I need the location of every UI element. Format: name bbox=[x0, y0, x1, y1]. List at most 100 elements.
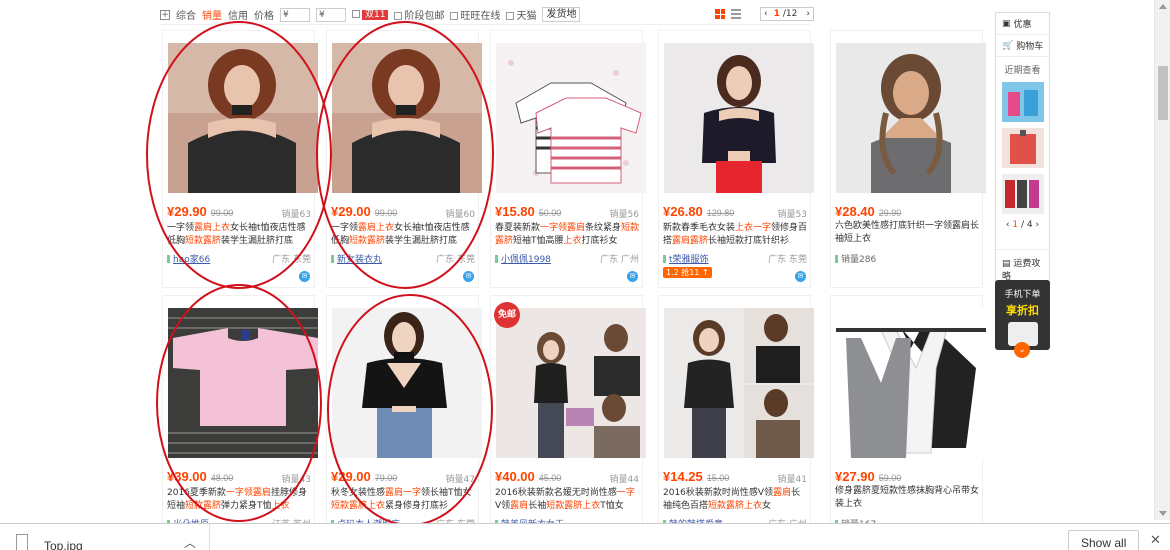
download-item[interactable]: Top.jpg ︿ bbox=[0, 524, 210, 550]
wangwang-chat-icon[interactable]: ✉ bbox=[299, 271, 310, 282]
download-arrow-icon: ⌄ bbox=[1014, 342, 1030, 358]
product-card[interactable]: ¥15.80 50.00 销量56 春夏装新款一字领露肩条纹紧身短款露脐短袖T恤高… bbox=[490, 30, 646, 288]
product-image[interactable] bbox=[836, 43, 986, 193]
file-icon bbox=[16, 534, 28, 550]
close-icon[interactable]: ✕ bbox=[1150, 533, 1161, 548]
filter-stage-freeship[interactable]: 阶段包邮 bbox=[394, 7, 444, 22]
shop-link[interactable]: t荣雅服饰 bbox=[663, 252, 709, 265]
product-image[interactable] bbox=[168, 43, 318, 193]
product-price: ¥29.90 99.00 bbox=[167, 204, 234, 219]
shop-link[interactable]: 小佩佩1998 bbox=[495, 252, 551, 265]
sort-default[interactable]: 综合 bbox=[176, 7, 196, 22]
product-image[interactable] bbox=[664, 308, 814, 458]
list-view-icon[interactable] bbox=[731, 9, 741, 19]
next-page-icon[interactable]: › bbox=[803, 9, 813, 19]
sold-count: 销量56 bbox=[609, 210, 639, 220]
wangwang-chat-icon[interactable]: ✉ bbox=[463, 271, 474, 282]
product-title[interactable]: 一字领露肩上衣女长袖t恤夜店性感低胸短款露脐装学生漏肚脐打底 bbox=[331, 222, 477, 248]
product-title[interactable]: 修身露脐夏短款性感抹胸背心吊带女装上衣 bbox=[835, 485, 981, 511]
product-price: ¥29.00 79.00 bbox=[331, 469, 398, 484]
page-scrollbar[interactable] bbox=[1154, 0, 1170, 520]
wangwang-chat-icon[interactable]: ✉ bbox=[627, 271, 638, 282]
product-card[interactable]: ¥14.25 15.00 销量41 2016秋装新款时尚性感V领露肩长袖纯色百搭短… bbox=[658, 295, 814, 550]
shop-link[interactable]: 新女装衣丸 bbox=[331, 252, 382, 265]
product-price: ¥27.90 59.00 bbox=[835, 469, 902, 484]
double11-promo-badge: 1.2 抢11 ↑ bbox=[663, 267, 712, 278]
product-image[interactable] bbox=[664, 43, 814, 193]
product-card[interactable]: ¥29.00 79.00 销量47 秋冬女装性感露肩一字领长袖T恤女短款露脐上衣紧… bbox=[326, 295, 482, 550]
expand-icon[interactable]: + bbox=[160, 9, 170, 20]
scroll-down-arrow-icon[interactable] bbox=[1159, 511, 1167, 516]
sold-count: 销量286 bbox=[835, 252, 876, 265]
recent-item-thumbnail[interactable] bbox=[1002, 82, 1044, 122]
show-all-button[interactable]: Show all bbox=[1068, 530, 1140, 550]
recent-next-icon[interactable]: › bbox=[1033, 220, 1039, 230]
sort-credit[interactable]: 信用 bbox=[228, 7, 248, 22]
double11-filter[interactable]: 双11 bbox=[352, 9, 389, 21]
product-image[interactable] bbox=[332, 308, 482, 458]
download-file-name[interactable]: Top.jpg bbox=[44, 539, 83, 550]
product-image[interactable] bbox=[496, 43, 646, 193]
product-title[interactable]: 六色欧美性感打底针织一字领露肩长袖短上衣 bbox=[835, 220, 981, 246]
pager-current: 1 bbox=[773, 9, 780, 19]
product-card[interactable]: ¥29.00 99.00 销量60 一字领露肩上衣女长袖t恤夜店性感低胸短款露脐装… bbox=[326, 30, 482, 288]
product-title[interactable]: 春夏装新款一字领露肩条纹紧身短款露脐短袖T恤高腰上衣打底衫女 bbox=[495, 222, 641, 248]
ship-from-dropdown[interactable]: 发货地 bbox=[542, 7, 581, 22]
sold-count: 销量43 bbox=[281, 475, 311, 485]
mobile-order-promo[interactable]: 手机下单 享折扣 ⌄ bbox=[995, 280, 1050, 358]
product-card[interactable]: ¥26.80 129.80 销量53 新款春季毛衣女装上衣一字领修身百搭露肩露脐长… bbox=[658, 30, 814, 288]
shop-link[interactable]: hao家66 bbox=[167, 252, 210, 265]
product-card[interactable]: ¥27.9059.00 修身露脐夏短款性感抹胸背心吊带女装上衣 销量167 bbox=[830, 295, 986, 550]
location: 广东 东莞 bbox=[436, 255, 475, 265]
recent-item-thumbnail[interactable] bbox=[1002, 174, 1044, 214]
sold-count: 销量53 bbox=[777, 210, 807, 220]
product-image[interactable] bbox=[332, 43, 482, 193]
product-price: ¥39.00 48.00 bbox=[167, 469, 234, 484]
product-title[interactable]: 一字领露肩上衣女长袖t恤夜店性感低胸短款露脐装学生漏肚脐打底 bbox=[167, 222, 313, 248]
product-card[interactable]: ¥39.00 48.00 销量43 2016夏季新款一字领露肩挂脖修身短袖短款露脐… bbox=[162, 295, 318, 550]
price-min-input[interactable]: ¥ bbox=[280, 7, 310, 22]
product-price: ¥40.00 45.00 bbox=[495, 469, 562, 484]
download-bar: Top.jpg ︿ Show all ✕ bbox=[0, 523, 1170, 550]
product-price: ¥28.40 29.90 bbox=[835, 204, 902, 219]
product-title[interactable]: 秋冬女装性感露肩一字领长袖T恤女短款露脐上衣紧身修身打底衫 bbox=[331, 487, 477, 513]
chevron-up-icon[interactable]: ︿ bbox=[184, 534, 196, 550]
grid-view-icon[interactable] bbox=[715, 9, 725, 19]
prev-page-icon[interactable]: ‹ bbox=[761, 9, 771, 19]
filter-bar: + 综合 销量 信用 价格 ¥ ¥ 双11 阶段包邮 旺旺在线 天猫 发货地 bbox=[160, 5, 810, 25]
recent-pager: ‹ 1 / 4 › bbox=[1005, 220, 1040, 230]
product-card[interactable]: 免邮 ¥40.00 45.00 销量44 2016秋装新款名媛无时尚性感一字V领露… bbox=[490, 295, 646, 550]
coupon-button[interactable]: ▣ 优惠 bbox=[996, 13, 1049, 35]
recent-viewed-title: 近期查看 bbox=[1004, 66, 1041, 76]
coupon-icon: ▣ bbox=[1002, 18, 1011, 29]
cart-button[interactable]: 🛒 购物车 bbox=[996, 35, 1049, 57]
shipping-icon: ▤ bbox=[1002, 259, 1014, 269]
filter-wangwang-online[interactable]: 旺旺在线 bbox=[450, 7, 500, 22]
location: 广东 广州 bbox=[600, 255, 639, 265]
product-card[interactable]: ¥28.40 29.90 六色欧美性感打底针织一字领露肩长袖短上衣 销量286 bbox=[830, 30, 986, 288]
cart-icon: 🛒 bbox=[1002, 40, 1014, 51]
sold-count: 销量63 bbox=[281, 210, 311, 220]
price-max-input[interactable]: ¥ bbox=[316, 7, 346, 22]
product-title[interactable]: 新款春季毛衣女装上衣一字领修身百搭露肩露脐长袖短款打底针织衫 bbox=[663, 222, 809, 248]
shipping-guide-link[interactable]: ▤ 运费攻略 bbox=[996, 249, 1049, 282]
product-title[interactable]: 2016秋装新款名媛无时尚性感一字V领露肩长袖短款露脐上衣T恤女 bbox=[495, 487, 641, 513]
product-title[interactable]: 2016夏季新款一字领露肩挂脖修身短袖短款露脐弹力紧身T恤上衣 bbox=[167, 487, 313, 513]
product-title[interactable]: 2016秋装新款时尚性感V领露肩长袖纯色百搭短款露脐上衣女 bbox=[663, 487, 809, 513]
product-image[interactable] bbox=[496, 308, 646, 458]
product-image[interactable] bbox=[836, 308, 986, 458]
sold-count: 销量60 bbox=[445, 210, 475, 220]
product-price: ¥26.80 129.80 bbox=[663, 204, 735, 219]
product-card[interactable]: ¥29.90 99.00 销量63 一字领露肩上衣女长袖t恤夜店性感低胸短款露脐装… bbox=[162, 30, 318, 288]
product-image[interactable] bbox=[168, 308, 318, 458]
sort-price[interactable]: 价格 bbox=[254, 7, 274, 22]
recent-item-thumbnail[interactable] bbox=[1002, 128, 1044, 168]
top-pager: ‹ 1/12 › bbox=[760, 7, 814, 21]
taobao-search-page: { "filter_bar": { "sort_options": ["综合",… bbox=[0, 0, 1170, 550]
wangwang-chat-icon[interactable]: ✉ bbox=[795, 271, 806, 282]
scroll-up-arrow-icon[interactable] bbox=[1159, 4, 1167, 9]
scrollbar-thumb[interactable] bbox=[1158, 66, 1168, 120]
location: 广东 东莞 bbox=[768, 255, 807, 265]
filter-tmall[interactable]: 天猫 bbox=[506, 7, 536, 22]
sort-sales[interactable]: 销量 bbox=[202, 7, 222, 22]
